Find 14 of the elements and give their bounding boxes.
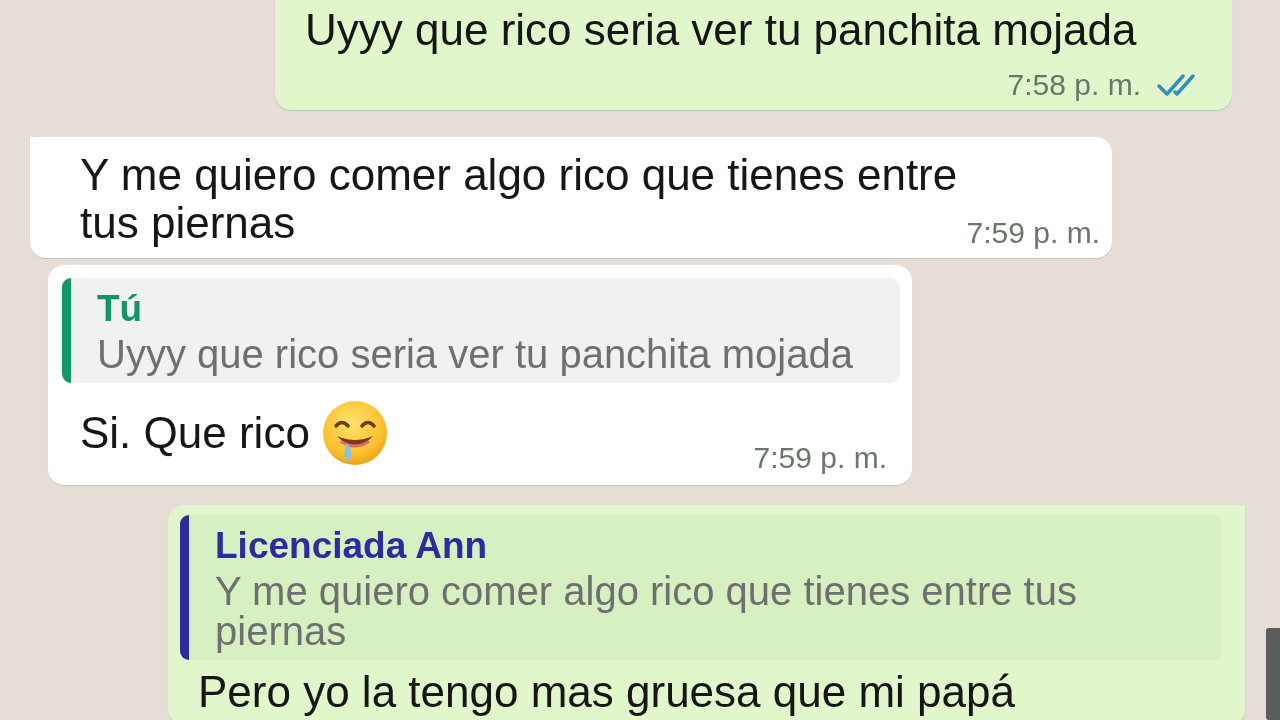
message-time: 7:59 p. m. (966, 215, 1100, 251)
quote-author: Tú (97, 290, 144, 328)
quote-text: Uyyy que rico seria ver tu panchita mojada (97, 334, 853, 374)
quoted-message[interactable]: Tú Uyyy que rico seria ver tu panchita mojada (62, 278, 900, 383)
message-text: Si. Que rico (80, 409, 310, 457)
message-text: Y me quiero comer algo rico que tienes entre tus piernas (80, 151, 959, 247)
message-time: 7:59 p. m. (753, 440, 887, 476)
quote-text: Y me quiero comer algo rico que tienes entre tus piernas (215, 571, 1078, 651)
message-text: Uyyy que rico seria ver tu panchita mojada (305, 6, 1137, 54)
scrollbar-thumb[interactable] (1266, 628, 1280, 720)
quote-author: Licenciada Ann (215, 527, 489, 565)
message-text: Pero yo la tengo mas gruesa que mi papá (198, 668, 1015, 716)
quoted-message[interactable]: Licenciada Ann Y me quiero comer algo rico que tienes entre tus piernas (180, 515, 1222, 660)
message-time: 7:58 p. m. (1007, 67, 1141, 103)
